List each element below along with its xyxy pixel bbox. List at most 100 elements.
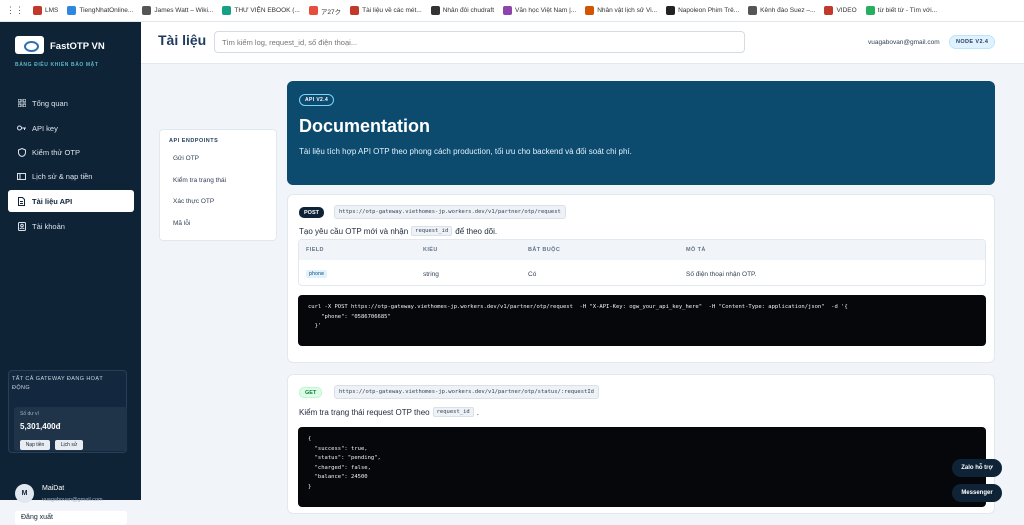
bookmark-favicon-icon	[430, 6, 440, 15]
shield-icon	[17, 147, 26, 157]
column-header: FIELD	[306, 247, 324, 253]
bookmark-item[interactable]: Kênh đào Suez –...	[748, 6, 815, 16]
bookmark-favicon-icon	[824, 6, 834, 15]
user-icon	[17, 221, 26, 231]
bookmark-label: Napoleon Phim Trẻ...	[678, 7, 740, 14]
bookmark-favicon-icon	[67, 6, 77, 15]
bookmark-item[interactable]: THƯ VIỆN EBOOK (...	[222, 6, 300, 16]
bookmark-favicon-icon	[503, 6, 513, 15]
sidebar-item-label: Tài khoản	[32, 221, 65, 231]
bookmark-favicon-icon	[748, 6, 758, 15]
sidebar: FastOTP VN BẢNG ĐIỀU KHIỂN BẢO MẬT Tổng …	[0, 22, 141, 525]
bookmark-label: Văn học Việt Nam |...	[515, 7, 577, 14]
bookmark-label: Nhân đôi chudraft	[442, 7, 495, 14]
endpoint-card-request: POST https://otp-gateway.viethomes-jp.wo…	[287, 194, 995, 363]
bookmark-label: LMS	[45, 7, 59, 14]
endpoint-url: https://otp-gateway.viethomes-jp.workers…	[334, 205, 566, 219]
field-chip: phone	[306, 270, 328, 278]
grid-icon	[17, 99, 26, 108]
table-cell: Số điện thoại nhận OTP.	[686, 271, 757, 278]
sidebar-item-api-docs[interactable]: Tài liệu API	[8, 190, 134, 212]
bookmark-item[interactable]: James Watt – Wiki...	[142, 6, 213, 16]
bookmark-item[interactable]: VIDEO	[824, 6, 857, 16]
bookmark-favicon-icon	[33, 6, 42, 15]
header-email: vuagabovan@gmail.com	[868, 39, 940, 46]
api-version-badge: API V2.4	[299, 94, 335, 106]
column-header: KIỂU	[423, 247, 438, 253]
gateway-status-text: TẤT CẢ GATEWAY ĐANG HOẠT ĐỘNG	[12, 376, 104, 391]
bookmark-favicon-icon	[142, 6, 152, 15]
document-icon	[17, 196, 26, 206]
bookmark-label: ア27ク	[320, 8, 342, 16]
bookmark-label: TiengNhatOnline...	[79, 7, 134, 14]
sidebar-item-label: Kiểm thử OTP	[32, 147, 80, 157]
sidebar-item-label: Tài liệu API	[32, 196, 73, 206]
user-email: vuagabovan@gmail.com	[42, 497, 103, 503]
endpoint-description: Kiểm tra trạng thái request OTP theo req…	[299, 407, 479, 417]
sidebar-item-account[interactable]: Tài khoản	[8, 215, 134, 237]
bookmark-label: THƯ VIỆN EBOOK (...	[234, 7, 300, 14]
key-icon	[17, 124, 26, 133]
desc-text: để theo dõi.	[455, 226, 498, 236]
top-header: Tài liệu vuagabovan@gmail.com NODE V2.4	[141, 22, 1024, 64]
zalo-support-button[interactable]: Zalo hỗ trợ	[952, 459, 1002, 477]
wallet-icon	[17, 172, 26, 181]
brand-subtitle: BẢNG ĐIỀU KHIỂN BẢO MẬT	[15, 62, 99, 68]
sidebar-item-label: Lịch sử & nạp tiền	[32, 171, 93, 181]
balance-label: Số dư ví	[20, 411, 39, 417]
bookmark-item[interactable]: ア27ク	[308, 6, 342, 16]
topup-button[interactable]: Nạp tiền	[20, 440, 50, 450]
column-header: MÔ TẢ	[686, 247, 706, 253]
bookmark-favicon-icon	[666, 6, 676, 15]
brand-name: FastOTP VN	[50, 41, 105, 52]
endpoint-description: Tạo yêu cầu OTP mới và nhận request_id đ…	[299, 226, 497, 236]
bookmark-item[interactable]: Nhân đôi chudraft	[430, 6, 495, 16]
sidebar-item-otp-test[interactable]: Kiểm thử OTP	[8, 141, 134, 163]
bookmark-item[interactable]: Napoleon Phim Trẻ...	[666, 6, 739, 16]
hero-description: Tài liệu tích hợp API OTP theo phong các…	[299, 147, 632, 156]
method-badge: POST	[299, 207, 324, 218]
bookmark-favicon-icon	[865, 6, 875, 15]
user-name: MaiDat	[42, 485, 65, 492]
sidebar-item-overview[interactable]: Tổng quan	[8, 92, 134, 114]
toc-item-error-codes[interactable]: Mã lỗi	[173, 220, 190, 227]
logout-button[interactable]: Đăng xuất	[15, 511, 127, 525]
page-title: Tài liệu	[158, 32, 207, 48]
node-version-badge: NODE V2.4	[949, 35, 996, 49]
history-button[interactable]: Lịch sử	[55, 440, 83, 450]
toc-item-check-status[interactable]: Kiểm tra trạng thái	[173, 177, 226, 184]
method-badge: GET	[299, 387, 323, 398]
search-input[interactable]	[214, 31, 745, 53]
code-block-curl: curl -X POST https://otp-gateway.viethom…	[298, 295, 986, 346]
apps-grid-icon[interactable]: ⋮⋮	[6, 5, 24, 16]
toc-item-send-otp[interactable]: Gửi OTP	[173, 155, 199, 162]
inline-code: request_id	[432, 407, 474, 417]
bookmark-label: Tài liệu về các mét...	[362, 7, 422, 14]
bookmark-label: VIDEO	[836, 7, 857, 14]
bookmark-item[interactable]: TiengNhatOnline...	[67, 6, 133, 16]
sidebar-item-label: API key	[32, 123, 58, 133]
desc-text: .	[476, 407, 479, 417]
bookmark-label: Nhân vật lịch sử Vi...	[597, 7, 658, 14]
bookmark-label: Kênh đào Suez –...	[760, 7, 816, 14]
inline-code: request_id	[411, 226, 453, 236]
sidebar-item-history[interactable]: Lịch sử & nạp tiền	[8, 165, 134, 187]
bookmark-item[interactable]: Văn học Việt Nam |...	[503, 6, 576, 16]
bookmark-item[interactable]: Nhân vật lịch sử Vi...	[585, 6, 657, 16]
documentation-hero: API V2.4 Documentation Tài liệu tích hợp…	[287, 81, 995, 185]
bookmark-item[interactable]: LMS	[33, 6, 58, 16]
messenger-button[interactable]: Messenger	[952, 484, 1002, 502]
toc-item-verify-otp[interactable]: Xác thực OTP	[173, 198, 214, 205]
table-cell: phone	[306, 270, 328, 278]
bookmark-favicon-icon	[222, 6, 232, 15]
table-cell: string	[423, 271, 439, 278]
endpoint-url: https://otp-gateway.viethomes-jp.workers…	[334, 385, 599, 399]
bookmark-item[interactable]: từ biết từ - Tìm với...	[865, 6, 938, 16]
desc-text: Tạo yêu cầu OTP mới và nhận	[299, 226, 409, 236]
bookmark-item[interactable]: Tài liệu về các mét...	[350, 6, 422, 16]
sidebar-item-api-key[interactable]: API key	[8, 117, 134, 139]
api-endpoints-toc: API ENDPOINTS Gửi OTP Kiểm tra trạng thá…	[159, 129, 277, 241]
endpoint-card-status: GET https://otp-gateway.viethomes-jp.wor…	[287, 374, 995, 514]
bookmark-label: từ biết từ - Tìm với...	[877, 7, 938, 14]
hero-title: Documentation	[299, 116, 431, 136]
